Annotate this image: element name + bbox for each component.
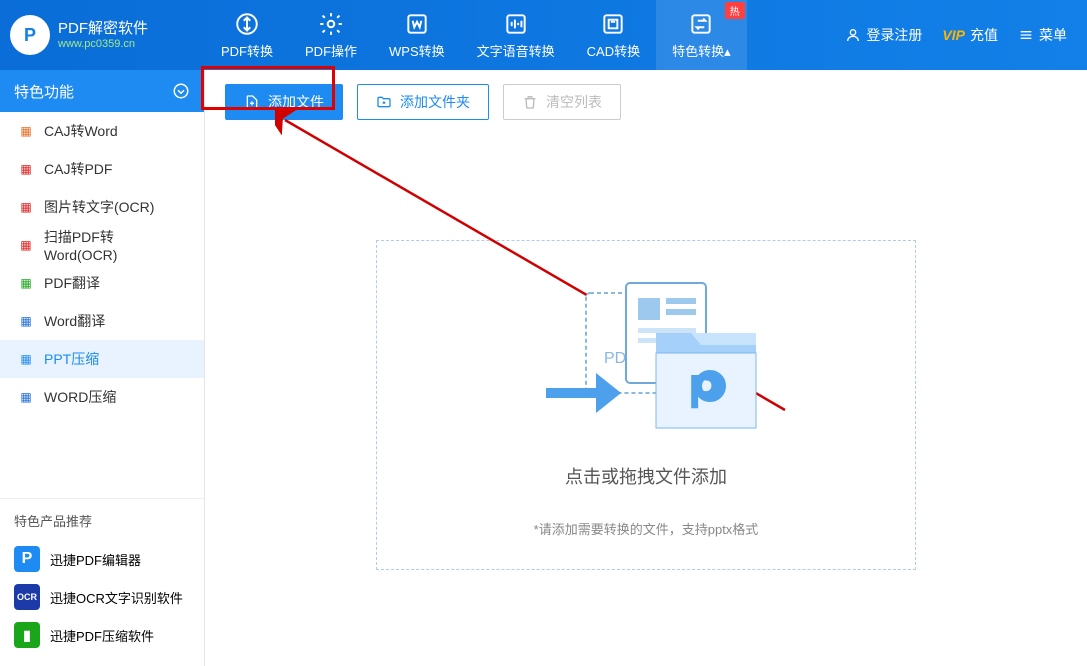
scan-icon: ▦ bbox=[18, 237, 34, 253]
logo-area: P PDF解密软件 www.pc0359.cn bbox=[10, 15, 205, 55]
folder-plus-icon bbox=[376, 94, 392, 110]
sidebar-item-ppt-compress[interactable]: ▦PPT压缩 bbox=[0, 340, 204, 378]
vip-button[interactable]: VIP 充值 bbox=[942, 25, 998, 45]
compress-icon: ▦ bbox=[18, 351, 34, 367]
sidebar-item-image-ocr[interactable]: ▦图片转文字(OCR) bbox=[0, 188, 204, 226]
user-icon bbox=[845, 27, 861, 43]
action-bar: 添加文件 添加文件夹 清空列表 bbox=[225, 84, 1067, 120]
translate-icon: ▦ bbox=[18, 275, 34, 291]
sidebar-item-caj-pdf[interactable]: ▦CAJ转PDF bbox=[0, 150, 204, 188]
recommend-pdf-compress[interactable]: ▮迅捷PDF压缩软件 bbox=[14, 616, 190, 654]
dropzone-hint: *请添加需要转换的文件，支持pptx格式 bbox=[534, 519, 759, 538]
ocr-icon: OCR bbox=[14, 584, 40, 610]
sidebar-section-header[interactable]: 特色功能 bbox=[0, 70, 204, 112]
tab-wps-convert[interactable]: WPS转换 bbox=[373, 0, 461, 70]
sidebar-item-scan-ocr[interactable]: ▦扫描PDF转Word(OCR) bbox=[0, 226, 204, 264]
dropzone-title: 点击或拖拽文件添加 bbox=[565, 463, 727, 489]
cad-icon bbox=[600, 11, 626, 37]
file-dropzone[interactable]: PDF P 点击或拖拽文件添加 *请添加需要转换的文件，支持pptx格式 bbox=[376, 240, 916, 570]
doc-icon: ▦ bbox=[18, 123, 34, 139]
hot-badge: 热 bbox=[725, 2, 745, 19]
clear-list-button[interactable]: 清空列表 bbox=[503, 84, 621, 120]
app-header: P PDF解密软件 www.pc0359.cn PDF转换 PDF操作 WPS转… bbox=[0, 0, 1087, 70]
recommend-title: 特色产品推荐 bbox=[14, 511, 190, 530]
recommend-ocr[interactable]: OCR迅捷OCR文字识别软件 bbox=[14, 578, 190, 616]
app-logo-icon: P bbox=[10, 15, 50, 55]
sidebar: 特色功能 ▦CAJ转Word ▦CAJ转PDF ▦图片转文字(OCR) ▦扫描P… bbox=[0, 70, 205, 666]
tab-special-convert[interactable]: 热 特色转换▴ bbox=[656, 0, 747, 70]
tab-text-speech[interactable]: 文字语音转换 bbox=[461, 0, 571, 70]
vip-text: VIP bbox=[942, 27, 965, 43]
main-area: 特色功能 ▦CAJ转Word ▦CAJ转PDF ▦图片转文字(OCR) ▦扫描P… bbox=[0, 70, 1087, 666]
sidebar-list: ▦CAJ转Word ▦CAJ转PDF ▦图片转文字(OCR) ▦扫描PDF转Wo… bbox=[0, 112, 204, 416]
recommend-section: 特色产品推荐 P迅捷PDF编辑器 OCR迅捷OCR文字识别软件 ▮迅捷PDF压缩… bbox=[0, 498, 204, 666]
add-folder-button[interactable]: 添加文件夹 bbox=[357, 84, 489, 120]
tab-cad-convert[interactable]: CAD转换 bbox=[571, 0, 656, 70]
wps-icon bbox=[404, 11, 430, 37]
audio-bars-icon bbox=[503, 11, 529, 37]
tab-pdf-operate[interactable]: PDF操作 bbox=[289, 0, 373, 70]
sidebar-item-word-translate[interactable]: ▦Word翻译 bbox=[0, 302, 204, 340]
zip-icon: ▮ bbox=[14, 622, 40, 648]
add-file-button[interactable]: 添加文件 bbox=[225, 84, 343, 120]
translate-icon: ▦ bbox=[18, 313, 34, 329]
hamburger-icon bbox=[1018, 27, 1034, 43]
header-tabs: PDF转换 PDF操作 WPS转换 文字语音转换 CAD转换 热 特色转换▴ bbox=[205, 0, 845, 70]
header-right: 登录注册 VIP 充值 菜单 bbox=[845, 25, 1077, 45]
sidebar-item-pdf-translate[interactable]: ▦PDF翻译 bbox=[0, 264, 204, 302]
sidebar-item-word-compress[interactable]: ▦WORD压缩 bbox=[0, 378, 204, 416]
tab-pdf-convert[interactable]: PDF转换 bbox=[205, 0, 289, 70]
sidebar-item-caj-word[interactable]: ▦CAJ转Word bbox=[0, 112, 204, 150]
recommend-pdf-editor[interactable]: P迅捷PDF编辑器 bbox=[14, 540, 190, 578]
compress-icon: ▦ bbox=[18, 389, 34, 405]
login-button[interactable]: 登录注册 bbox=[845, 25, 922, 45]
gear-icon bbox=[318, 11, 344, 37]
app-name: PDF解密软件 bbox=[58, 20, 148, 38]
convert-icon bbox=[234, 11, 260, 37]
swap-icon bbox=[688, 11, 714, 37]
pdf-editor-icon: P bbox=[14, 546, 40, 572]
chevron-down-circle-icon bbox=[172, 82, 190, 100]
menu-button[interactable]: 菜单 bbox=[1018, 25, 1067, 45]
content-area: 添加文件 添加文件夹 清空列表 PDF bbox=[205, 70, 1087, 666]
file-plus-icon bbox=[244, 94, 260, 110]
pdf-icon: ▦ bbox=[18, 161, 34, 177]
dropzone-illustration: PDF P bbox=[526, 273, 766, 443]
image-icon: ▦ bbox=[18, 199, 34, 215]
trash-icon bbox=[522, 94, 538, 110]
app-version: www.pc0359.cn bbox=[58, 38, 148, 50]
